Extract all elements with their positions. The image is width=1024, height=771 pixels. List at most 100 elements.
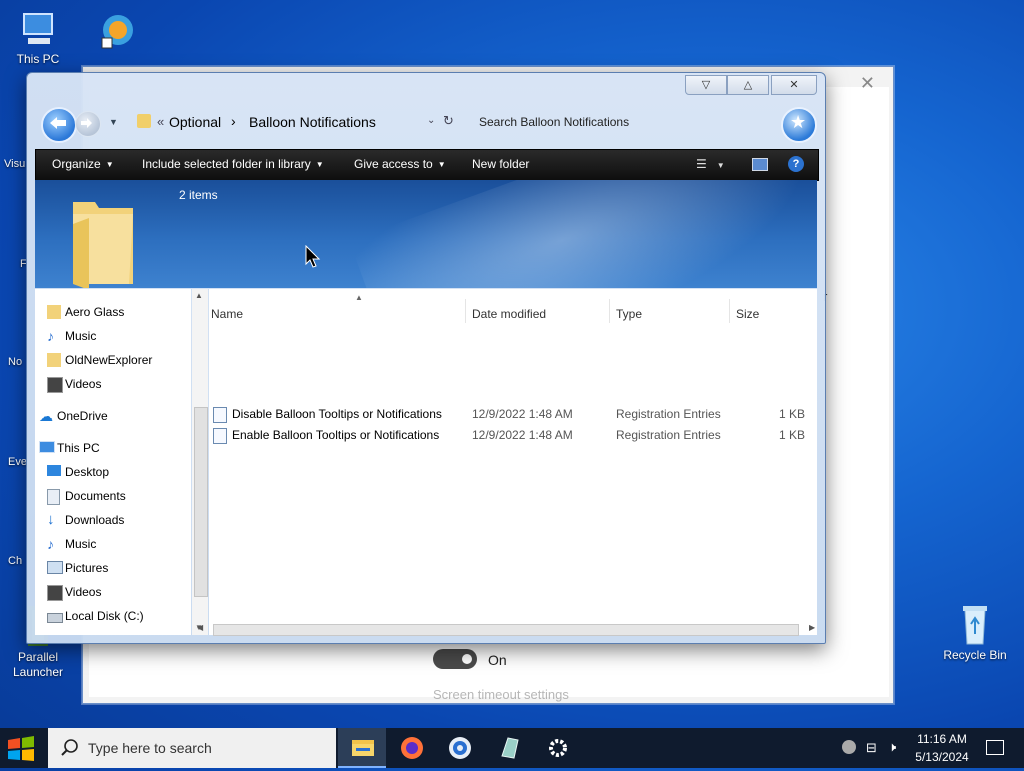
sort-indicator-icon: ▲: [355, 293, 363, 302]
maximize-button[interactable]: △: [727, 75, 769, 95]
screen-timeout-link[interactable]: Screen timeout settings: [433, 687, 569, 702]
video-icon: [47, 585, 63, 601]
refresh-icon[interactable]: ↻: [443, 113, 454, 129]
table-row[interactable]: Disable Balloon Tooltips or Notification…: [209, 404, 809, 424]
taskbar-firefox[interactable]: [388, 728, 436, 768]
nav-item-label: Pictures: [65, 561, 109, 575]
screen-toggle[interactable]: [433, 649, 477, 669]
file-size: 1 KB: [779, 407, 806, 421]
scroll-thumb[interactable]: [213, 624, 799, 636]
nav-item-music-2[interactable]: ♪ Music: [47, 537, 96, 551]
network-icon[interactable]: ⊟: [866, 740, 877, 756]
nav-item-aero-glass[interactable]: Aero Glass: [47, 305, 124, 319]
taskbar-search-input[interactable]: Type here to search: [48, 728, 336, 768]
column-header-type[interactable]: Type: [616, 307, 642, 321]
help-icon[interactable]: ?: [788, 156, 804, 172]
taskbar: Type here to search ⊟ 🕨 11:16 AM 5/13/20…: [0, 728, 1024, 768]
scroll-right-icon[interactable]: ▶: [809, 623, 815, 632]
horizontal-scrollbar[interactable]: ◀ ▶: [197, 621, 815, 637]
taskbar-browser[interactable]: [436, 728, 484, 768]
clock-date[interactable]: 5/13/2024: [912, 750, 972, 764]
nav-item-oldnewexplorer[interactable]: OldNewExplorer: [47, 353, 152, 367]
cloud-icon: ☁: [39, 408, 53, 424]
firefox-icon: [401, 737, 423, 759]
computer-icon: [39, 441, 55, 453]
chevron-down-icon[interactable]: ⌄: [427, 115, 435, 126]
preview-pane-icon[interactable]: [752, 158, 768, 171]
scroll-up-icon[interactable]: ▲: [195, 291, 203, 300]
nav-item-videos-2[interactable]: Videos: [47, 585, 101, 601]
desktop-icon-this-pc[interactable]: This PC: [6, 10, 70, 66]
minimize-button[interactable]: ▽: [685, 75, 727, 95]
address-bar[interactable]: « Optional › Balloon Notifications ⌄ ↻: [131, 109, 461, 135]
app-icon: [501, 737, 519, 759]
nav-item-label: Videos: [65, 377, 102, 391]
search-icon: [61, 739, 78, 756]
close-button[interactable]: ✕: [771, 75, 817, 95]
include-label: Include selected folder in library: [142, 157, 311, 171]
breadcrumb-separator[interactable]: ›: [231, 113, 236, 129]
close-icon[interactable]: ✕: [860, 73, 875, 94]
desktop-icon-waterfox[interactable]: [84, 10, 148, 52]
breadcrumb-overflow[interactable]: «: [157, 114, 164, 129]
nav-item-music[interactable]: ♪ Music: [47, 329, 96, 343]
documents-icon: [47, 489, 60, 505]
breadcrumb-optional[interactable]: Optional: [169, 114, 221, 130]
scroll-thumb[interactable]: [194, 407, 208, 597]
include-in-library-button[interactable]: Include selected folder in library ▼: [142, 157, 324, 171]
table-row[interactable]: Enable Balloon Tooltips or Notifications…: [209, 425, 809, 445]
column-header-size[interactable]: Size: [736, 307, 759, 321]
close-icon: ✕: [789, 79, 799, 91]
search-placeholder: Type here to search: [88, 740, 212, 756]
desktop-icon-label: Recycle Bin: [943, 648, 1007, 662]
column-divider[interactable]: [729, 299, 730, 323]
nav-item-pictures[interactable]: Pictures: [47, 561, 109, 575]
give-access-button[interactable]: Give access to ▼: [354, 157, 446, 171]
column-divider[interactable]: [609, 299, 610, 323]
registry-file-icon: [213, 428, 227, 444]
new-folder-button[interactable]: New folder: [472, 157, 529, 171]
view-list-icon: ☰: [696, 157, 707, 171]
start-button[interactable]: [0, 728, 48, 768]
column-header-date[interactable]: Date modified: [472, 307, 546, 321]
scroll-left-icon[interactable]: ◀: [197, 623, 203, 632]
breadcrumb-current[interactable]: Balloon Notifications: [249, 114, 376, 130]
chevron-down-icon: ▽: [701, 79, 711, 91]
nav-item-downloads[interactable]: ↓ Downloads: [47, 512, 125, 527]
taskbar-file-explorer[interactable]: [338, 728, 386, 768]
nav-item-videos[interactable]: Videos: [47, 377, 102, 393]
nav-item-this-pc[interactable]: This PC: [39, 441, 100, 455]
nav-scrollbar[interactable]: ▲ ▼: [192, 289, 208, 635]
video-icon: [47, 377, 63, 393]
recent-locations-dropdown[interactable]: ▼: [109, 117, 118, 127]
search-input[interactable]: Search Balloon Notifications: [475, 109, 775, 135]
back-button[interactable]: [41, 107, 77, 143]
gear-icon: [549, 739, 567, 757]
new-folder-label: New folder: [472, 157, 530, 171]
drive-icon: [47, 613, 63, 623]
column-divider[interactable]: [465, 299, 466, 323]
taskbar-app[interactable]: [486, 728, 534, 768]
nav-item-desktop[interactable]: Desktop: [47, 465, 110, 479]
tray-app-icon[interactable]: [842, 740, 856, 754]
nav-item-label: Downloads: [65, 513, 125, 527]
organize-button[interactable]: Organize ▼: [52, 157, 114, 171]
star-button[interactable]: ★: [781, 107, 817, 143]
nav-item-label: Local Disk (C:): [65, 609, 144, 623]
notifications-icon[interactable]: [986, 740, 1004, 755]
volume-muted-icon[interactable]: 🕨: [888, 739, 896, 755]
item-count: 2 items: [179, 188, 218, 202]
music-icon: ♪: [47, 328, 54, 344]
column-header-name[interactable]: Name: [211, 307, 243, 321]
music-icon: ♪: [47, 536, 54, 552]
desktop-icon-recycle-bin[interactable]: Recycle Bin: [942, 602, 1008, 662]
nav-item-label: Desktop: [65, 465, 110, 479]
view-options-button[interactable]: ☰ ▼: [696, 157, 725, 171]
nav-item-local-disk[interactable]: Local Disk (C:): [47, 609, 144, 623]
nav-item-documents[interactable]: Documents: [47, 489, 126, 505]
forward-button[interactable]: [75, 111, 101, 137]
folder-icon: [137, 114, 151, 128]
nav-item-onedrive[interactable]: ☁ OneDrive: [39, 409, 108, 423]
clock-time[interactable]: 11:16 AM: [912, 732, 972, 746]
taskbar-settings[interactable]: [534, 728, 582, 768]
